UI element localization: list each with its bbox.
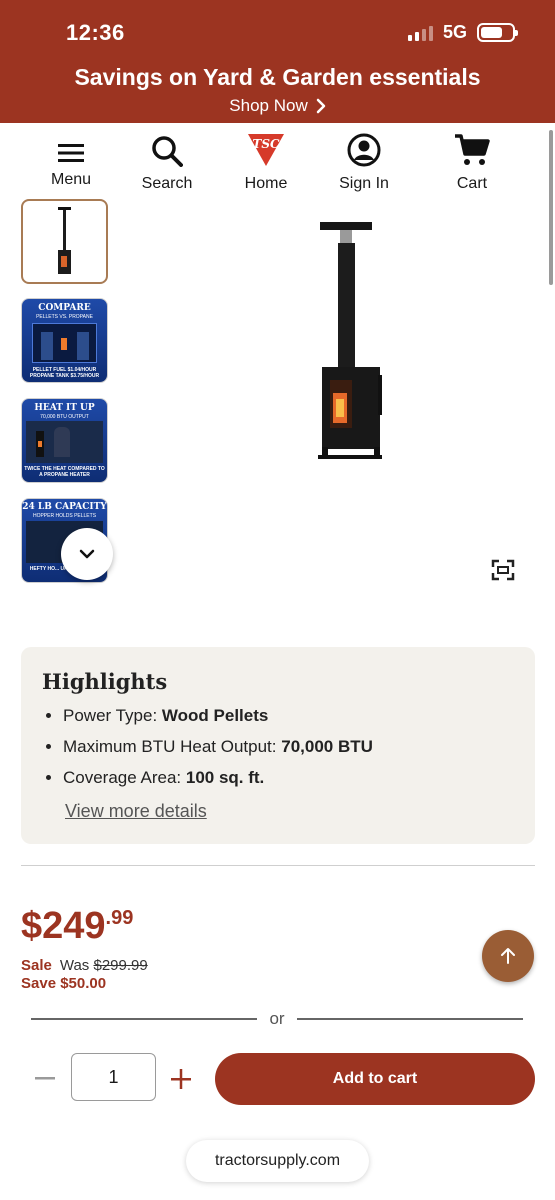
tsc-logo-text: TSC xyxy=(252,137,280,151)
nav-search[interactable]: Search xyxy=(122,135,212,193)
thumbnail-heater[interactable] xyxy=(21,199,108,284)
status-time: 12:36 xyxy=(66,20,125,45)
highlight-value: 70,000 BTU xyxy=(281,737,373,756)
quantity-increase-button[interactable] xyxy=(169,1065,193,1093)
or-separator: or xyxy=(31,1008,523,1030)
highlight-label: Coverage Area: xyxy=(63,768,186,787)
view-more-details-link[interactable]: View more details xyxy=(65,801,207,822)
price-cents: .99 xyxy=(105,907,134,929)
or-line-left xyxy=(31,1018,258,1020)
was-price-value: $299.99 xyxy=(93,957,148,974)
add-to-cart-button[interactable]: Add to cart xyxy=(215,1053,535,1105)
thumbnail-heat-it-up[interactable]: HEAT IT UP 70,000 BTU OUTPUT TWICE THE H… xyxy=(21,398,108,483)
thumbnail-compare-caption: COMPARE xyxy=(38,303,91,313)
main-nav: Menu Search TSC Home Sign In Cart xyxy=(0,123,555,203)
nav-sign-in[interactable]: Sign In xyxy=(319,133,409,193)
gallery-scroll-down-button[interactable] xyxy=(61,528,113,580)
thumbnail-compare[interactable]: COMPARE PELLETS VS. PROPANE PELLET FUEL … xyxy=(21,298,108,383)
nav-label-sign-in: Sign In xyxy=(339,175,389,192)
was-price: Was $299.99 xyxy=(60,957,148,974)
network-type: 5G xyxy=(442,22,467,42)
nav-label-home: Home xyxy=(244,175,288,192)
or-line-right xyxy=(296,1018,523,1020)
thumbnail-compare-sub: PELLETS VS. PROPANE xyxy=(36,314,93,320)
heater-thumbnail-image xyxy=(58,207,71,274)
promo-title[interactable]: Savings on Yard & Garden essentials xyxy=(0,64,555,91)
quantity-decrease-button[interactable] xyxy=(33,1065,57,1093)
shop-now-label: Shop Now xyxy=(229,96,308,115)
page-scrollbar[interactable] xyxy=(549,130,553,285)
battery-icon xyxy=(477,23,518,42)
back-to-top-button[interactable] xyxy=(482,930,534,982)
hamburger-menu-icon xyxy=(58,144,84,162)
search-icon xyxy=(152,136,183,167)
highlight-label: Maximum BTU Heat Output: xyxy=(63,737,282,756)
quantity-input[interactable]: 1 xyxy=(71,1053,156,1101)
status-indicators: 5G xyxy=(407,22,518,43)
tsc-logo-icon: TSC xyxy=(248,134,284,166)
thumbnail-compare-footer: PELLET FUEL $1.04/HOUR PROPANE TANK $3.7… xyxy=(29,367,100,379)
sale-info: Sale Was $299.99 xyxy=(21,957,148,974)
or-text: or xyxy=(269,1009,285,1028)
highlight-item: Coverage Area: 100 sq. ft. xyxy=(63,767,373,798)
chevron-right-icon xyxy=(316,98,325,114)
promo-header: 12:36 5G Savings on Yard & Garden essent… xyxy=(0,0,555,123)
sale-label: Sale xyxy=(21,957,52,974)
user-account-icon xyxy=(347,133,381,167)
highlights-title: Highlights xyxy=(42,669,168,694)
price-dollars: $249 xyxy=(21,905,106,947)
nav-label-cart: Cart xyxy=(456,175,488,192)
shop-now-link[interactable]: Shop Now xyxy=(0,96,555,116)
highlight-value: 100 sq. ft. xyxy=(185,768,265,787)
minus-icon xyxy=(35,1077,55,1080)
compare-photo xyxy=(32,323,97,363)
plus-icon xyxy=(171,1069,191,1089)
thumbnail-heat-caption: HEAT IT UP xyxy=(34,403,95,413)
highlight-item: Maximum BTU Heat Output: 70,000 BTU xyxy=(63,736,373,767)
nav-cart[interactable]: Cart xyxy=(427,134,517,193)
thumbnail-capacity-sub: HOPPER HOLDS PELLETS xyxy=(32,513,97,519)
highlight-label: Power Type: xyxy=(63,706,162,725)
signal-icon xyxy=(407,25,433,41)
fullscreen-icon[interactable] xyxy=(491,559,515,581)
was-label: Was xyxy=(59,957,90,974)
highlights-list: Power Type: Wood Pellets Maximum BTU Hea… xyxy=(63,705,373,798)
thumbnail-heat-footer: TWICE THE HEAT COMPARED TO A PROPANE HEA… xyxy=(24,466,105,478)
product-page: 12:36 5G Savings on Yard & Garden essent… xyxy=(0,0,555,1200)
arrow-up-icon xyxy=(501,948,515,964)
heat-photo xyxy=(26,421,103,463)
cart-icon xyxy=(455,134,490,165)
thumbnail-heat-sub: 70,000 BTU OUTPUT xyxy=(40,414,89,420)
nav-menu[interactable]: Menu xyxy=(26,135,116,189)
chevron-down-icon xyxy=(79,549,95,559)
savings-text: Save $50.00 xyxy=(21,975,107,992)
highlights-panel: Highlights Power Type: Wood Pellets Maxi… xyxy=(21,647,535,844)
section-divider xyxy=(21,865,535,866)
highlight-value: Wood Pellets xyxy=(161,706,269,725)
nav-label-menu: Menu xyxy=(50,171,92,188)
nav-label-search: Search xyxy=(141,175,193,192)
product-main-image[interactable] xyxy=(300,215,400,465)
browser-url-bar[interactable]: tractorsupply.com xyxy=(186,1140,369,1182)
nav-home[interactable]: TSC Home xyxy=(221,134,311,193)
product-price: $249 .99 xyxy=(21,905,133,948)
highlight-item: Power Type: Wood Pellets xyxy=(63,705,373,736)
thumbnail-capacity-caption: 24 LB CAPACITY xyxy=(22,502,107,512)
